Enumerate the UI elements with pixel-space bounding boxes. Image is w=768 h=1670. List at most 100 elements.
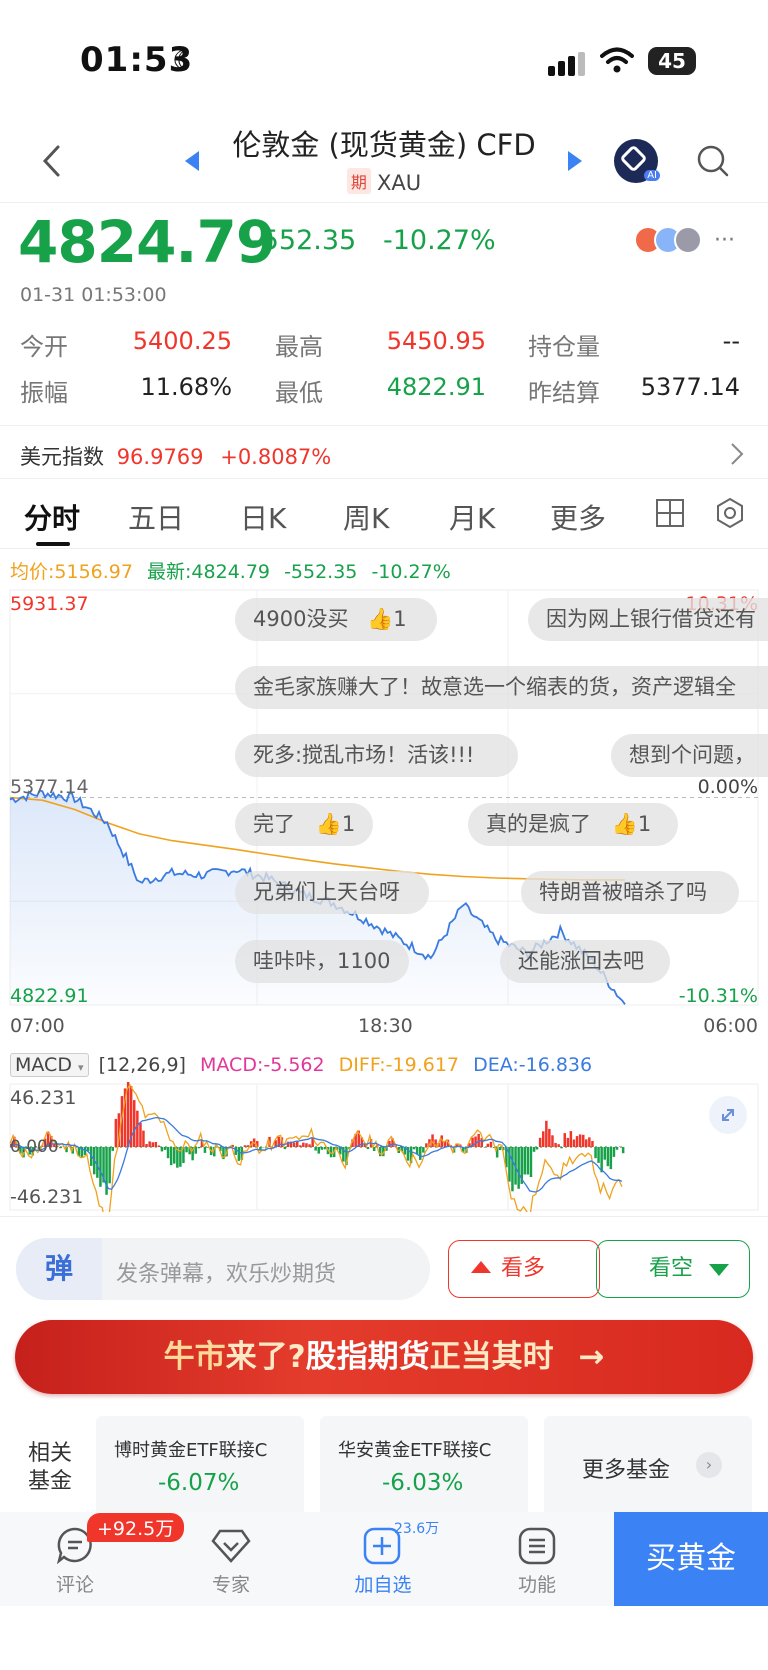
bull-button[interactable]: 看多	[448, 1240, 600, 1298]
grid-layout-icon[interactable]	[655, 498, 685, 528]
danmu-bubble[interactable]: 想到个问题，	[611, 734, 768, 777]
tab-monthly-k[interactable]: 月K	[449, 497, 495, 537]
quote-timestamp: 01-31 01:53:00	[20, 284, 167, 306]
macd-histogram-bar	[600, 1147, 603, 1173]
danmu-bubble[interactable]: 特朗普被暗杀了吗	[521, 871, 739, 914]
ai-label: AI	[644, 170, 660, 181]
danmu-bubble[interactable]: 4900没买 👍1	[235, 598, 437, 641]
macd-histogram-bar	[569, 1131, 573, 1147]
stat-label: 振幅	[20, 379, 68, 407]
macd-histogram-bar	[59, 1147, 62, 1149]
buy-gold-button[interactable]: 买黄金	[614, 1512, 768, 1606]
danmu-toggle[interactable]: 弹	[16, 1238, 102, 1300]
diamond-icon	[211, 1529, 251, 1563]
danmu-bubble[interactable]: 哇咔咔，1100	[235, 940, 409, 983]
ai-assistant-button[interactable]: AI	[614, 139, 660, 183]
section-divider	[0, 425, 768, 426]
section-divider	[0, 478, 768, 479]
last-price: 4824.79	[18, 208, 276, 276]
promo-banner[interactable]: 牛市来了?股指期货正当其时 →	[15, 1320, 753, 1394]
danmu-bubble[interactable]: 兄弟们上天台呀	[235, 871, 429, 914]
macd-histogram-bar	[237, 1147, 241, 1161]
chart-info-row: 均价:5156.97 最新:4824.79 -552.35 -10.27%	[10, 557, 451, 584]
macd-histogram-bar	[317, 1147, 320, 1154]
danmu-bubble[interactable]: 还能涨回去吧	[500, 940, 670, 983]
danmu-text: 金毛家族赚大了！故意选一个缩表的货，资产逻辑全	[253, 675, 736, 699]
usd-index-row[interactable]: 美元指数 96.9769 +0.8087%	[20, 441, 331, 471]
macd-histogram-bar	[532, 1147, 536, 1152]
banner-text-2: 来了?	[225, 1339, 306, 1375]
danmu-text: 死多:搅乱市场！活该!!!	[253, 743, 475, 767]
futures-badge: 期	[346, 168, 371, 194]
danmu-bubble[interactable]: 真的是疯了 👍1	[468, 803, 678, 846]
macd-histogram-bar	[283, 1147, 287, 1150]
nav-add-watchlist-label: 加自选	[354, 1574, 412, 1596]
macd-histogram-bar	[511, 1147, 514, 1192]
more-funds-button[interactable]: 更多基金 ›	[544, 1416, 752, 1516]
danmu-text: 兄弟们上天台呀	[253, 880, 400, 904]
macd-histogram-bar	[185, 1147, 188, 1153]
macd-histogram-bar	[582, 1134, 585, 1147]
macd-histogram-bar	[597, 1147, 600, 1163]
chart-y-bottom: 4822.91	[10, 985, 89, 1007]
tab-more[interactable]: 更多	[550, 497, 606, 537]
macd-histogram-bar	[526, 1147, 530, 1175]
macd-histogram-bar	[542, 1131, 545, 1147]
macd-histogram-bar	[151, 1142, 154, 1147]
fund-card[interactable]: 华安黄金ETF联接C -6.03%	[320, 1416, 528, 1516]
danmu-text: 真的是疯了	[486, 812, 591, 836]
participant-avatars[interactable]	[634, 226, 708, 256]
battery-icon: 45	[648, 47, 696, 75]
macd-histogram-bar	[302, 1142, 305, 1147]
stat-label: 最高	[275, 333, 323, 361]
search-icon[interactable]	[696, 144, 730, 178]
fund-name: 华安黄金ETF联接C	[338, 1440, 492, 1461]
macd-histogram-bar	[529, 1147, 533, 1177]
watchlist-count: 23.6万	[394, 1521, 440, 1537]
chart-x-start: 07:00	[10, 1015, 65, 1037]
macd-histogram-bar	[594, 1147, 597, 1159]
danmu-bubble[interactable]: 因为网上银行借贷还有	[528, 598, 768, 641]
arrow-right-icon: →	[578, 1339, 605, 1375]
macd-histogram-bar	[154, 1142, 157, 1147]
fund-pct: -6.07%	[158, 1470, 240, 1496]
next-instrument-icon[interactable]	[567, 150, 583, 172]
danmu-bubble[interactable]: 金毛家族赚大了！故意选一个缩表的货，资产逻辑全	[235, 666, 768, 709]
macd-histogram-bar	[618, 1146, 622, 1147]
macd-y-mid: 0.000	[10, 1137, 59, 1157]
chevron-right-icon[interactable]	[730, 442, 744, 466]
danmu-bubble[interactable]: 完了 👍1	[235, 803, 373, 846]
danmu-bubble[interactable]: 死多:搅乱市场！活该!!!	[235, 734, 518, 777]
tab-weekly-k[interactable]: 周K	[343, 497, 389, 537]
tab-5day[interactable]: 五日	[128, 497, 184, 537]
macd-histogram-bar	[609, 1147, 613, 1170]
funds-label: 相关基金	[28, 1441, 73, 1494]
macd-histogram-bar	[517, 1147, 520, 1189]
stat-label: 今开	[20, 333, 68, 361]
fund-card[interactable]: 博时黄金ETF联接C -6.07%	[96, 1416, 304, 1516]
dea-value: DEA:-16.836	[473, 1054, 593, 1076]
expand-chart-button[interactable]	[709, 1096, 747, 1134]
settings-icon[interactable]	[714, 497, 746, 529]
chart-y-top: 5931.37	[10, 593, 89, 615]
macd-histogram-bar	[299, 1145, 302, 1147]
tab-daily-k[interactable]: 日K	[240, 497, 286, 537]
macd-histogram-bar	[489, 1141, 493, 1147]
macd-histogram-bar	[157, 1145, 161, 1147]
macd-histogram-bar	[603, 1147, 606, 1160]
bear-button[interactable]: 看空	[596, 1240, 750, 1298]
stat-value: 5377.14	[640, 373, 740, 401]
macd-histogram-bar	[572, 1139, 576, 1147]
macd-histogram-bar	[308, 1144, 311, 1147]
macd-histogram-bar	[292, 1142, 296, 1147]
macd-histogram-bar	[588, 1137, 591, 1147]
tab-intraday[interactable]: 分时	[24, 497, 80, 537]
macd-histogram-bar	[305, 1143, 308, 1147]
bear-label: 看空	[649, 1256, 694, 1281]
stat-value: 4822.91	[386, 373, 486, 401]
macd-chart[interactable]	[0, 1082, 768, 1212]
macd-histogram-bar	[498, 1147, 502, 1151]
more-options-icon[interactable]: ···	[714, 228, 735, 253]
chart-pct-bottom: -10.31%	[678, 985, 758, 1007]
indicator-select[interactable]: MACD ▾	[10, 1053, 89, 1077]
